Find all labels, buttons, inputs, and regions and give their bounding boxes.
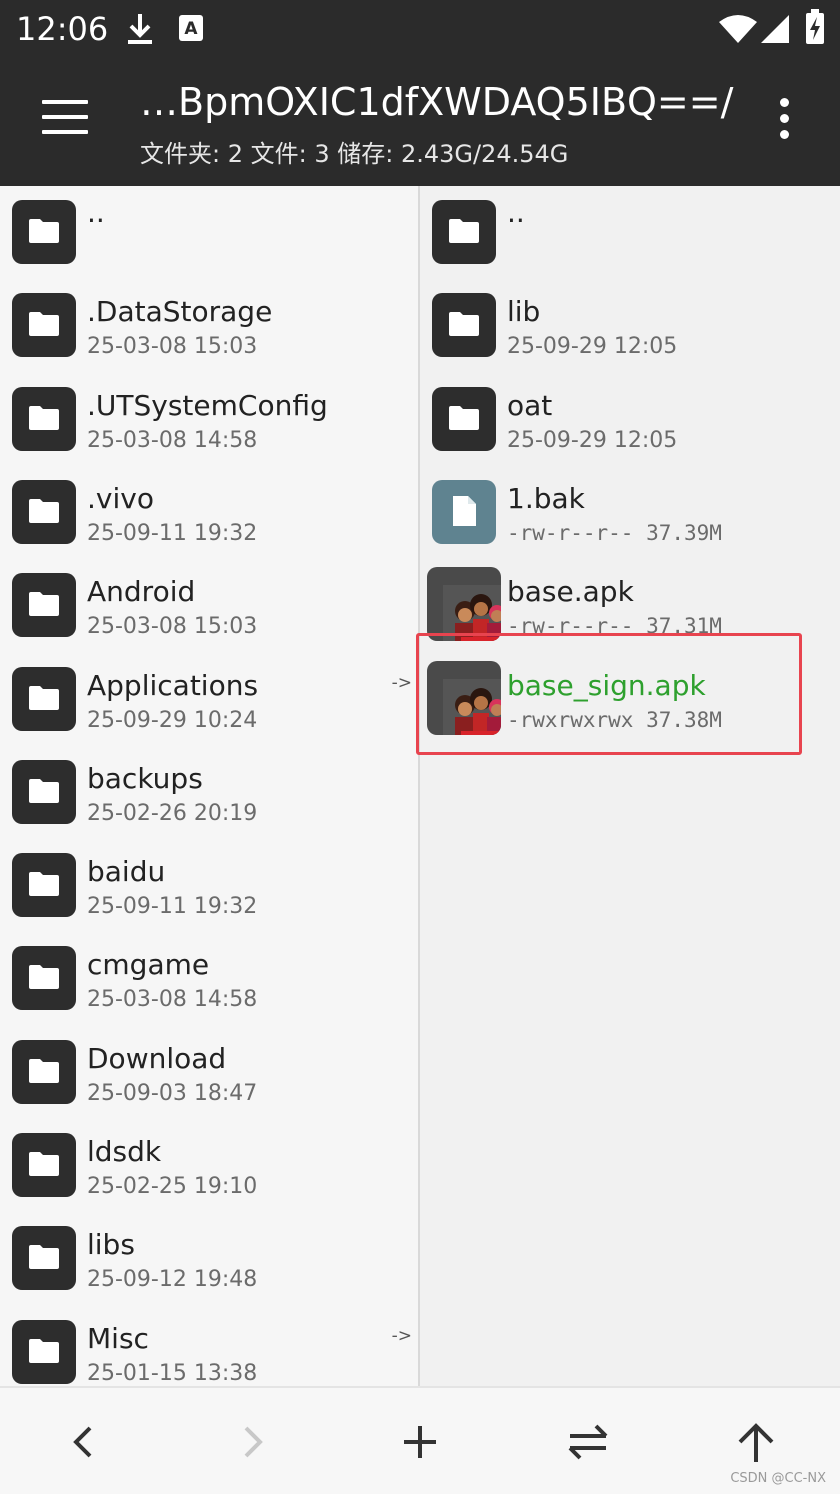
symlink-indicator: -> xyxy=(391,672,412,693)
item-meta: 25-03-08 14:58 xyxy=(87,427,258,453)
item-meta: 25-01-15 13:38 xyxy=(87,1360,258,1386)
bottom-action-bar: CSDN @CC-NX xyxy=(0,1386,840,1494)
swap-icon[interactable] xyxy=(564,1418,612,1466)
left-file-pane: .. .DataStorage 25-03-08 15:03 .UTSystemCon… xyxy=(0,186,418,1386)
folder-icon xyxy=(12,759,76,824)
item-name: .vivo xyxy=(87,481,154,515)
item-name: libs xyxy=(87,1228,135,1262)
item-name: .DataStorage xyxy=(87,295,273,329)
item-name: lib xyxy=(507,295,541,329)
status-time: 12:06 xyxy=(16,10,109,48)
file-list-item[interactable]: cmgame 25-03-08 14:58 xyxy=(0,932,418,1025)
watermark: CSDN @CC-NX xyxy=(730,1471,826,1486)
item-meta: 25-02-25 19:10 xyxy=(87,1174,258,1199)
item-name: Android xyxy=(87,575,196,609)
folder-icon xyxy=(12,853,76,918)
wifi-icon xyxy=(718,14,758,48)
folder-icon xyxy=(12,1319,76,1384)
signal-icon xyxy=(760,14,790,48)
hamburger-menu-icon[interactable] xyxy=(42,100,88,140)
folder-icon xyxy=(12,1039,76,1104)
file-list-item[interactable]: 1.bak -rw-r--r-- 37.39M xyxy=(420,466,840,559)
item-name: .. xyxy=(507,196,525,229)
item-meta: 25-09-29 12:05 xyxy=(507,334,678,360)
item-meta: 25-03-08 15:03 xyxy=(87,334,258,360)
app-toolbar: …BpmOXIC1dfXWDAQ5IBQ==/ 文件夹: 2 文件: 3 储存:… xyxy=(0,62,840,186)
item-name: 1.bak xyxy=(507,481,585,515)
right-file-pane: .. lib 25-09-29 12:05 oat 25-09-29 12:05 1.ba… xyxy=(420,186,840,1386)
up-icon[interactable] xyxy=(732,1418,780,1466)
svg-text:A: A xyxy=(184,19,198,39)
folder-icon xyxy=(12,1226,76,1291)
file-list-item[interactable]: libs 25-09-12 19:48 xyxy=(0,1212,418,1305)
file-list-item[interactable]: .UTSystemConfig 25-03-08 14:58 xyxy=(0,373,418,466)
symlink-indicator: -> xyxy=(391,1325,412,1346)
folder-icon xyxy=(432,200,496,264)
item-meta: 25-09-29 10:24 xyxy=(87,707,258,733)
folder-icon xyxy=(12,386,76,451)
folder-icon xyxy=(12,200,76,264)
item-name: cmgame xyxy=(87,948,210,982)
battery-charging-icon xyxy=(804,8,826,50)
file-list-item[interactable]: lib 25-09-29 12:05 xyxy=(420,279,840,372)
keyboard-a-icon: A xyxy=(178,14,204,46)
file-list-item[interactable]: .. xyxy=(420,186,840,279)
forward-icon[interactable] xyxy=(228,1418,276,1466)
file-list-item[interactable]: baidu 25-09-11 19:32 xyxy=(0,839,418,932)
item-meta: 25-09-11 19:32 xyxy=(87,894,258,920)
folder-icon xyxy=(12,946,76,1011)
file-list-item[interactable]: ldsdk 25-02-25 19:10 xyxy=(0,1119,418,1212)
item-name: baidu xyxy=(87,855,166,889)
item-name: Misc xyxy=(87,1321,149,1355)
item-meta: 25-03-08 15:03 xyxy=(87,614,258,640)
item-name: .. xyxy=(87,196,105,229)
file-list-item[interactable]: Misc 25-01-15 13:38 -> xyxy=(0,1306,418,1386)
item-meta: 25-09-12 19:48 xyxy=(87,1267,258,1293)
file-list-item[interactable]: oat 25-09-29 12:05 xyxy=(420,373,840,466)
file-list-item[interactable]: .vivo 25-09-11 19:32 xyxy=(0,466,418,559)
item-meta: 25-09-29 12:05 xyxy=(507,427,678,453)
file-list-item[interactable]: Download 25-09-03 18:47 xyxy=(0,1026,418,1119)
apk-icon: GUNS xyxy=(427,567,501,642)
item-name: ldsdk xyxy=(87,1135,162,1168)
item-name: Download xyxy=(87,1041,227,1075)
file-list-item[interactable]: Applications 25-09-29 10:24 -> xyxy=(0,653,418,746)
file-list-item[interactable]: backups 25-02-26 20:19 xyxy=(0,746,418,839)
folder-icon xyxy=(12,573,76,638)
download-icon xyxy=(126,12,154,50)
item-meta: 25-09-11 19:32 xyxy=(87,520,258,546)
status-bar: 12:06 A xyxy=(0,0,840,62)
more-options-icon[interactable] xyxy=(776,98,792,146)
file-list-item[interactable]: .. xyxy=(0,186,418,279)
item-meta: 25-03-08 14:58 xyxy=(87,987,258,1013)
current-path-title: …BpmOXIC1dfXWDAQ5IBQ==/ xyxy=(140,80,734,124)
item-name: base.apk xyxy=(507,575,634,609)
folder-icon xyxy=(12,1133,76,1197)
item-meta: 25-02-26 20:19 xyxy=(87,800,258,826)
highlight-annotation-box xyxy=(416,633,802,755)
file-icon xyxy=(432,479,496,544)
file-list-item[interactable]: Android 25-03-08 15:03 xyxy=(0,559,418,652)
item-name: .UTSystemConfig xyxy=(87,388,328,422)
back-icon[interactable] xyxy=(60,1418,108,1466)
file-list-item[interactable]: .DataStorage 25-03-08 15:03 xyxy=(0,279,418,372)
add-icon[interactable] xyxy=(396,1418,444,1466)
item-name: Applications xyxy=(87,668,259,702)
folder-icon xyxy=(12,666,76,731)
folder-icon xyxy=(432,386,496,451)
folder-icon xyxy=(432,293,496,358)
folder-icon xyxy=(12,479,76,544)
folder-icon xyxy=(12,293,76,358)
folder-summary: 文件夹: 2 文件: 3 储存: 2.43G/24.54G xyxy=(140,140,569,168)
item-meta: 25-09-03 18:47 xyxy=(87,1080,258,1106)
item-name: backups xyxy=(87,761,203,795)
item-meta: -rw-r--r-- 37.39M xyxy=(507,520,722,545)
item-name: oat xyxy=(507,388,553,422)
